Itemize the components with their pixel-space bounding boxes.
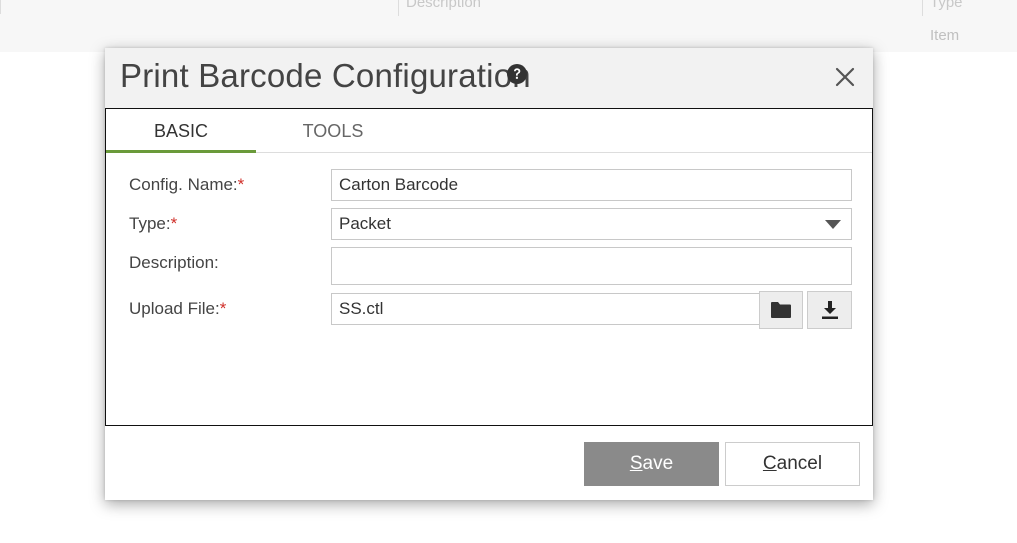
cancel-accesskey: C [762,453,777,474]
type-label-text: Type: [129,214,171,233]
type-select-value: Packet [339,214,391,233]
download-file-button[interactable] [807,291,852,329]
required-marker: * [219,299,227,318]
download-icon [821,301,838,319]
tab-tools[interactable]: TOOLS [256,109,410,153]
required-marker: * [237,175,245,194]
cancel-label-rest: ancel [776,453,823,474]
dialog-footer: Save Cancel [105,426,873,500]
type-select[interactable]: Packet [331,208,852,240]
browse-file-button[interactable] [759,291,803,329]
column-divider [0,0,1,14]
description-label: Description: [129,253,219,272]
tab-basic[interactable]: BASIC [106,109,256,153]
table-cell-type: Item [930,27,960,44]
column-header-type: Type [930,0,963,11]
type-label: Type:* [129,214,177,234]
help-circle-icon[interactable] [507,64,527,84]
config-name-label-text: Config. Name: [129,175,238,194]
save-button[interactable]: Save [584,442,719,486]
dialog-body: BASIC TOOLS Config. Name:* Carton Barcod… [105,108,873,426]
cancel-button[interactable]: Cancel [725,442,860,486]
upload-file-label: Upload File:* [129,299,226,319]
dialog-title: Print Barcode Configuration [120,57,531,94]
save-label-rest: ave [642,453,674,474]
upload-file-label-text: Upload File: [129,299,220,318]
folder-icon [771,302,791,318]
description-input[interactable] [331,247,852,285]
required-marker: * [170,214,178,233]
column-divider [922,0,923,16]
close-icon[interactable] [833,65,857,89]
config-name-label: Config. Name:* [129,175,244,195]
save-accesskey: S [629,453,643,474]
upload-file-input[interactable]: SS.ctl [331,293,760,325]
column-header-description: Description [406,0,482,11]
caret-down-icon [825,220,841,229]
background-table-header [0,0,1017,52]
dialog-header: Print Barcode Configuration [105,48,873,108]
print-barcode-configuration-dialog: Print Barcode Configuration BASIC TOOLS … [105,48,873,500]
config-name-input[interactable]: Carton Barcode [331,169,852,201]
tab-bar: BASIC TOOLS [106,109,872,153]
column-divider [398,0,399,16]
